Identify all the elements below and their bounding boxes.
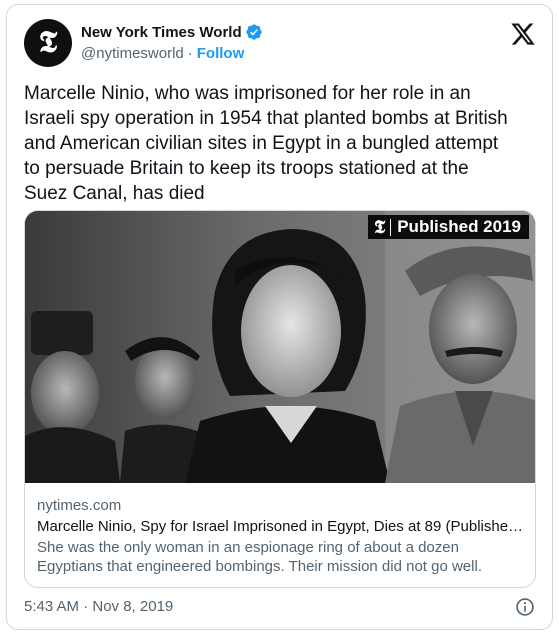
handle-row: @nytimesworld · Follow xyxy=(81,45,244,62)
separator: · xyxy=(187,45,193,62)
article-photo[interactable]: 𝕿 Published 2019 xyxy=(25,211,535,483)
verified-badge-icon xyxy=(245,24,262,40)
link-title[interactable]: Marcelle Ninio, Spy for Israel Imprisone… xyxy=(37,518,525,535)
tweet-text: Marcelle Ninio, who was imprisoned for h… xyxy=(24,83,508,204)
article-photo-image xyxy=(25,211,535,483)
info-icon[interactable] xyxy=(515,597,535,617)
tweet-timestamp[interactable]: 5:43 AM · Nov 8, 2019 xyxy=(24,598,173,615)
badge-divider xyxy=(390,218,392,236)
published-badge: 𝕿 Published 2019 xyxy=(368,215,529,239)
tweet-card: 𝕿 New York Times World @nytimesworld · Fol… xyxy=(6,4,553,630)
follow-button[interactable]: Follow xyxy=(197,45,245,62)
link-preview-card[interactable]: 𝕿 Published 2019 nytimes.com Marcelle Ni… xyxy=(24,210,536,588)
nyt-logo-icon: 𝕿 xyxy=(38,25,58,60)
x-logo-icon[interactable] xyxy=(510,21,536,47)
badge-label: Published 2019 xyxy=(397,217,521,236)
nyt-badge-logo-icon: 𝕿 xyxy=(374,216,386,238)
link-domain: nytimes.com xyxy=(37,497,122,514)
author-handle[interactable]: @nytimesworld xyxy=(81,45,184,62)
divider xyxy=(24,627,535,628)
link-meta: nytimes.com Marcelle Ninio, Spy for Isra… xyxy=(37,497,525,576)
author-row: New York Times World xyxy=(81,23,263,41)
avatar[interactable]: 𝕿 xyxy=(24,19,72,67)
author-name[interactable]: New York Times World xyxy=(81,24,242,41)
link-description: She was the only woman in an espionage r… xyxy=(37,539,482,575)
